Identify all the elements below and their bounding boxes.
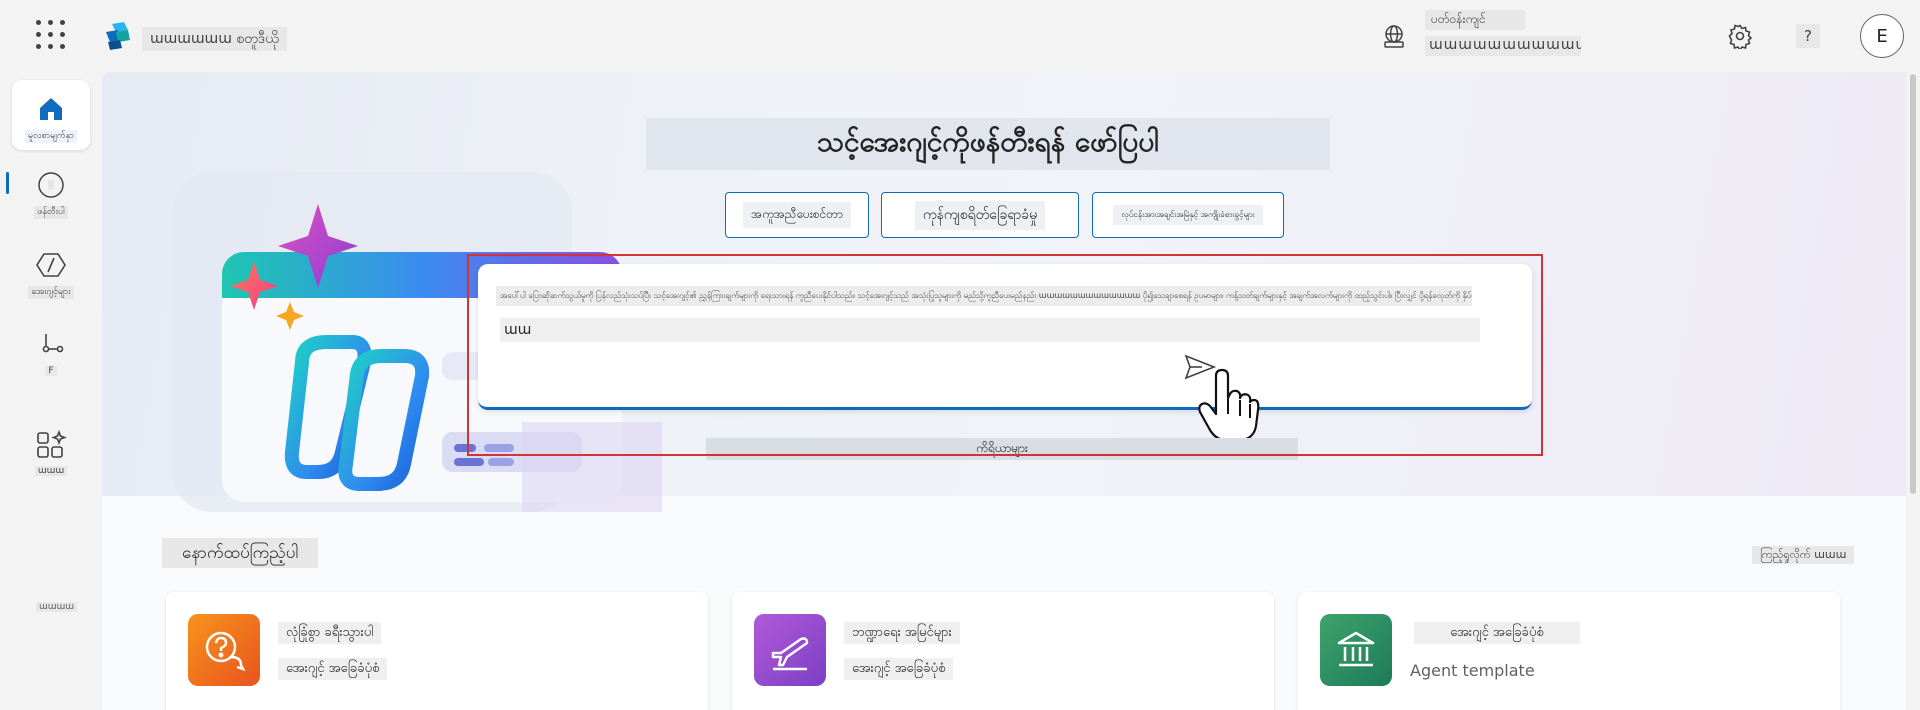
nav-item-home[interactable]: မူလစာမျက်နှာ (12, 80, 90, 150)
template-card-agent[interactable]: အေးဂျင့် အခြေခံပုံစံ Agent template (1298, 592, 1840, 710)
chip-label: အကူအညီပေးစင်တာ (743, 202, 851, 228)
airplane-icon (754, 614, 826, 686)
home-icon (34, 92, 68, 126)
agents-icon (34, 248, 68, 282)
left-nav-rail: မူလစာမျက်နှာ ဖန်တီးပါ အေးဂျင့်များ F ɯɯɯ… (0, 72, 102, 710)
card-subtitle: အေးဂျင့် အခြေခံပုံစံ (278, 658, 388, 680)
help-button[interactable]: ? (1792, 20, 1824, 52)
nav-item-create[interactable]: ဖန်တီးပါ (12, 156, 90, 226)
main-content: သင့်အေးဂျင့်ကိုဖန်တီးရန် ဖော်ပြပါ အကူအညီ… (102, 72, 1906, 710)
nav-item-flows[interactable]: F (12, 316, 90, 386)
nav-more[interactable]: ɯɯɯɯ (36, 602, 78, 612)
nav-label-home: မူလစာမျက်နှာ (24, 130, 78, 143)
card-subtitle: Agent template (1410, 661, 1535, 680)
nav-item-apps[interactable]: ɯɯɯ (12, 416, 90, 486)
avatar[interactable]: E (1860, 14, 1904, 58)
top-bar: ɯɯɯɯɯɯ စတူဒီယို ပတ်ဝန်းကျင် ɯɯɯɯɯɯɯɯɯɯɯɯ… (0, 0, 1920, 72)
template-card-travel[interactable]: လုံခြုံစွာ ခရီးသွားပါ အေးဂျင့် အခြေခံပုံ… (166, 592, 708, 710)
copilot-studio-logo (106, 22, 130, 50)
chip-label: ကုန်ကျစရိတ်ခြေရာခံမှု (914, 200, 1046, 230)
nav-label-agents: အေးဂျင့်များ (28, 286, 74, 299)
create-icon (34, 168, 68, 202)
bank-icon (1320, 614, 1392, 686)
flows-icon (34, 328, 68, 362)
card-subtitle: အေးဂျင့် အခြေခံပုံစံ (844, 658, 954, 680)
environment-icon[interactable] (1380, 22, 1408, 50)
app-name[interactable]: ɯɯɯɯɯɯ စတူဒီယို (142, 27, 287, 51)
suggestion-chip-help-center[interactable]: အကူအညီပေးစင်တာ (725, 192, 869, 238)
settings-icon[interactable] (1724, 20, 1756, 52)
highlight-box (467, 254, 1543, 456)
help-icon: ? (1796, 24, 1820, 48)
card-title: လုံခြုံစွာ ခရီးသွားပါ (278, 622, 382, 644)
active-indicator (6, 172, 9, 194)
help-chat-icon (188, 614, 260, 686)
environment-label: ပတ်ဝန်းကျင် (1425, 10, 1525, 30)
card-title: ဘဏ္ဍာရေး အမြင်များ (844, 622, 960, 644)
see-more-link[interactable]: ကြည့်ရှုလိုက် ɯɯɯ (1752, 546, 1855, 564)
environment-picker[interactable]: ပတ်ဝန်းကျင် ɯɯɯɯɯɯɯɯɯɯɯɯɯɯ (1425, 8, 1581, 56)
nav-label-flows: F (45, 366, 57, 376)
nav-label-apps: ɯɯɯ (34, 466, 68, 476)
environment-name: ɯɯɯɯɯɯɯɯɯɯɯɯɯɯ (1425, 36, 1581, 56)
nav-item-agents[interactable]: အေးဂျင့်များ (12, 236, 90, 306)
explore-title: နောက်ထပ်ကြည့်ပါ (162, 538, 319, 568)
apps-icon (34, 428, 68, 462)
suggestion-chip-hr-benefits[interactable]: လုပ်ငန်းအားအချင်းအမြဲနှင့် အကျိုးခံစားခွ… (1092, 192, 1284, 238)
suggestion-chip-expense-tracking[interactable]: ကုန်ကျစရိတ်ခြေရာခံမှု (881, 192, 1079, 238)
hero-title: သင့်အေးဂျင့်ကိုဖန်တီးရန် ဖော်ပြပါ (646, 118, 1330, 170)
card-title: အေးဂျင့် အခြေခံပုံစံ (1414, 622, 1580, 644)
scrollbar[interactable] (1910, 74, 1916, 494)
nav-label-create: ဖန်တီးပါ (34, 206, 68, 219)
template-card-finance[interactable]: ဘဏ္ဍာရေး အမြင်များ အေးဂျင့် အခြေခံပုံစံ (732, 592, 1274, 710)
app-launcher-icon[interactable] (36, 20, 66, 50)
chip-label: လုပ်ငန်းအားအချင်းအမြဲနှင့် အကျိုးခံစားခွ… (1113, 205, 1263, 225)
